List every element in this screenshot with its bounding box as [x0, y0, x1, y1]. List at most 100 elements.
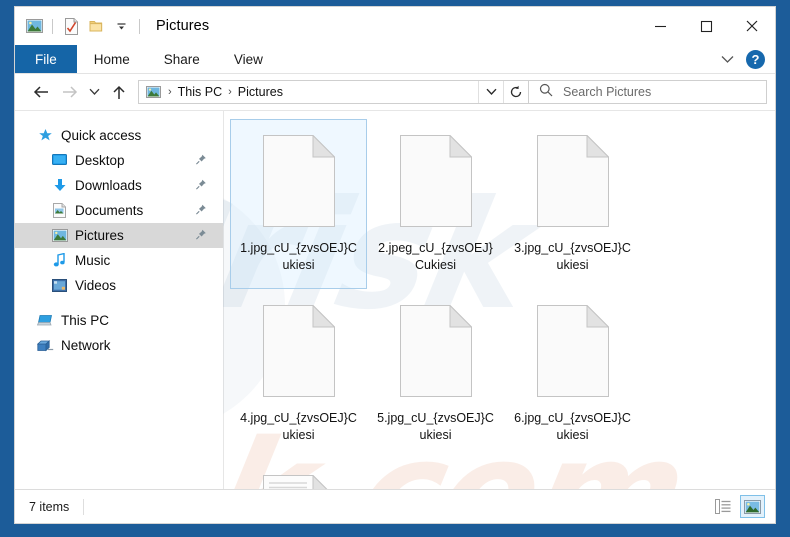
sidebar-item-desktop[interactable]: Desktop: [15, 148, 223, 173]
sidebar-item-quick-access[interactable]: Quick access: [15, 123, 223, 148]
breadcrumb-pictures[interactable]: Pictures: [235, 85, 286, 99]
pictures-icon: [51, 227, 68, 244]
download-icon: [51, 177, 68, 194]
file-grid: 1.jpg_cU_{zvsOEJ}Cukiesi 2.jpeg_cU_{zvsO…: [224, 111, 775, 489]
blank-file-icon: [534, 301, 612, 401]
blank-file-icon: [260, 301, 338, 401]
breadcrumb-separator-0[interactable]: ›: [165, 86, 175, 98]
tab-file[interactable]: File: [15, 45, 77, 73]
pin-icon[interactable]: [195, 203, 207, 218]
new-folder-icon[interactable]: [87, 17, 105, 35]
blank-file-icon: [397, 131, 475, 231]
file-name: 5.jpg_cU_{zvsOEJ}Cukiesi: [377, 411, 494, 442]
large-icons-view-button[interactable]: [740, 495, 765, 518]
sidebar-item-downloads[interactable]: Downloads: [15, 173, 223, 198]
qat-separator-1: [52, 18, 53, 34]
file-item[interactable]: 2.jpeg_cU_{zvsOEJ}Cukiesi: [367, 119, 504, 289]
address-bar-controls: [478, 81, 528, 103]
file-name: 1.jpg_cU_{zvsOEJ}Cukiesi: [240, 241, 357, 272]
file-item[interactable]: nooode.txt: [230, 459, 367, 489]
file-name: 6.jpg_cU_{zvsOEJ}Cukiesi: [514, 411, 631, 442]
workspace: PCrisk risk.com Quick access: [15, 110, 775, 489]
navigation-pane: Quick access Desktop Downloads Documents…: [15, 111, 223, 489]
sidebar-item-pictures[interactable]: Pictures: [15, 223, 223, 248]
close-button[interactable]: [729, 7, 775, 45]
maximize-button[interactable]: [683, 7, 729, 45]
pin-icon[interactable]: [195, 178, 207, 193]
file-item[interactable]: 5.jpg_cU_{zvsOEJ}Cukiesi: [367, 289, 504, 459]
sidebar-label: Documents: [75, 203, 144, 218]
videos-icon: [51, 277, 68, 294]
sidebar-label: Pictures: [75, 228, 124, 243]
navigation-bar: › This PC › Pictures Search Pictures: [15, 74, 775, 110]
file-name: 2.jpeg_cU_{zvsOEJ}Cukiesi: [378, 241, 493, 272]
breadcrumb-separator-1[interactable]: ›: [225, 86, 235, 98]
sidebar-label: This PC: [61, 313, 110, 328]
minimize-button[interactable]: [637, 7, 683, 45]
text-file-icon: [260, 471, 338, 489]
file-item[interactable]: 6.jpg_cU_{zvsOEJ}Cukiesi: [504, 289, 641, 459]
file-name: 4.jpg_cU_{zvsOEJ}Cukiesi: [240, 411, 357, 442]
quick-access-toolbar: [15, 7, 142, 45]
view-mode-buttons: [710, 495, 765, 518]
file-item[interactable]: 4.jpg_cU_{zvsOEJ}Cukiesi: [230, 289, 367, 459]
ribbon-right-controls: ?: [714, 45, 771, 74]
ribbon-tab-bar: File Home Share View ?: [15, 45, 775, 74]
file-explorer-window: Pictures File Home Share View ? › This P…: [14, 6, 776, 524]
tab-share[interactable]: Share: [147, 45, 217, 73]
window-controls: [637, 7, 775, 45]
title-bar: Pictures: [15, 7, 775, 45]
help-button[interactable]: ?: [746, 50, 765, 69]
sidebar-item-this-pc[interactable]: This PC: [15, 308, 223, 333]
sidebar-label: Videos: [75, 278, 117, 293]
qat-separator-2: [139, 18, 140, 34]
sidebar-label: Network: [61, 338, 111, 353]
sidebar-item-music[interactable]: Music: [15, 248, 223, 273]
search-input[interactable]: Search Pictures: [563, 85, 651, 99]
search-icon: [539, 83, 553, 102]
refresh-button[interactable]: [503, 81, 528, 103]
pictures-folder-icon[interactable]: [25, 17, 43, 35]
blank-file-icon: [397, 301, 475, 401]
up-button[interactable]: [105, 78, 133, 106]
breadcrumb-this-pc[interactable]: This PC: [175, 85, 225, 99]
details-view-button[interactable]: [710, 495, 735, 518]
sidebar-item-network[interactable]: Network: [15, 333, 223, 358]
address-pictures-icon: [145, 84, 161, 100]
recent-locations-chevron-icon[interactable]: [83, 78, 105, 106]
blank-file-icon: [260, 131, 338, 231]
sidebar-item-videos[interactable]: Videos: [15, 273, 223, 298]
music-icon: [51, 252, 68, 269]
pin-icon[interactable]: [195, 153, 207, 168]
pin-icon[interactable]: [195, 228, 207, 243]
status-bar: 7 items: [15, 489, 775, 523]
sidebar-label: Downloads: [75, 178, 142, 193]
sidebar-label: Quick access: [61, 128, 142, 143]
file-item[interactable]: 1.jpg_cU_{zvsOEJ}Cukiesi: [230, 119, 367, 289]
documents-icon: [51, 202, 68, 219]
file-list-pane[interactable]: 1.jpg_cU_{zvsOEJ}Cukiesi 2.jpeg_cU_{zvsO…: [223, 111, 775, 489]
address-bar[interactable]: › This PC › Pictures: [138, 80, 529, 104]
star-icon: [37, 127, 54, 144]
sidebar-gap-1: [15, 298, 223, 308]
sidebar-item-documents[interactable]: Documents: [15, 198, 223, 223]
back-button[interactable]: [27, 78, 55, 106]
tab-home[interactable]: Home: [77, 45, 147, 73]
blank-file-icon: [534, 131, 612, 231]
window-title: Pictures: [156, 18, 210, 34]
search-box[interactable]: Search Pictures: [529, 80, 767, 104]
properties-icon[interactable]: [62, 17, 80, 35]
thispc-icon: [37, 312, 54, 329]
file-item[interactable]: 3.jpg_cU_{zvsOEJ}Cukiesi: [504, 119, 641, 289]
sidebar-label: Music: [75, 253, 111, 268]
item-count: 7 items: [29, 499, 70, 514]
customize-quick-access-chevron-icon[interactable]: [112, 17, 130, 35]
address-dropdown-icon[interactable]: [478, 81, 503, 103]
tab-view[interactable]: View: [217, 45, 280, 73]
file-name: 3.jpg_cU_{zvsOEJ}Cukiesi: [514, 241, 631, 272]
sidebar-label: Desktop: [75, 153, 125, 168]
forward-button[interactable]: [55, 78, 83, 106]
status-separator: [83, 498, 85, 515]
desktop-icon: [51, 152, 68, 169]
collapse-ribbon-chevron-icon[interactable]: [714, 47, 740, 73]
